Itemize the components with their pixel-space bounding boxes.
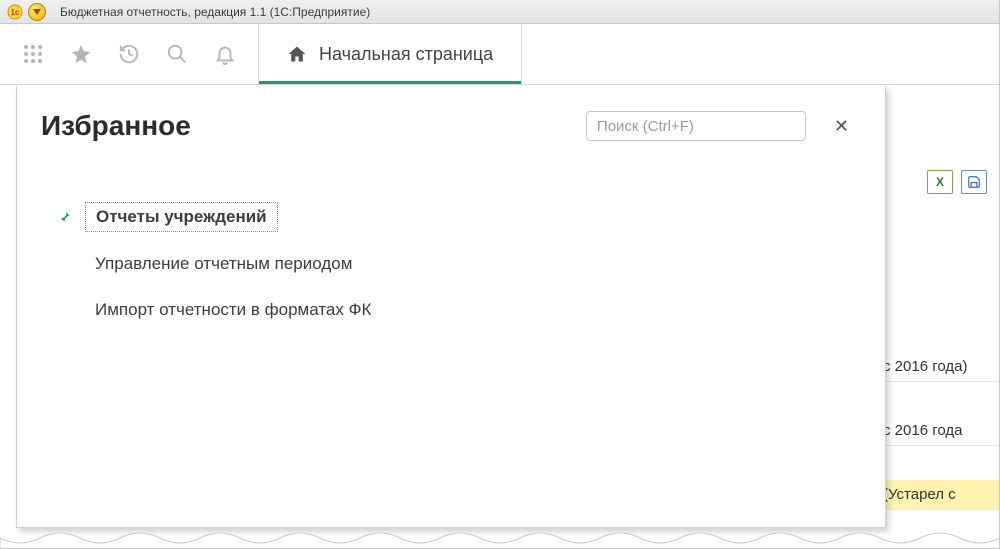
- window-title: Бюджетная отчетность, редакция 1.1 (1С:П…: [60, 5, 370, 19]
- home-icon: [287, 44, 307, 64]
- pin-icon: [57, 210, 73, 224]
- close-icon[interactable]: ✕: [828, 112, 855, 141]
- search-input[interactable]: [586, 111, 806, 141]
- panel-search-group: ✕: [586, 111, 855, 141]
- background-content: X с 2016 года) с 2016 года (Устарел с: [879, 170, 999, 510]
- save-icon[interactable]: [961, 170, 987, 194]
- background-row-1: с 2016 года): [879, 352, 999, 382]
- apps-grid-icon[interactable]: [22, 43, 44, 65]
- background-icon-row: X: [879, 170, 999, 194]
- torn-edge-decoration: [0, 532, 1000, 549]
- title-bar: 1c Бюджетная отчетность, редакция 1.1 (1…: [0, 0, 999, 24]
- favorites-item-label: Импорт отчетности в форматах ФК: [85, 296, 381, 324]
- tab-active-underline: [259, 81, 521, 84]
- panel-title: Избранное: [41, 110, 191, 142]
- search-icon[interactable]: [166, 43, 188, 65]
- panel-header: Избранное ✕: [41, 110, 855, 142]
- favorites-item-period[interactable]: Управление отчетным периодом: [57, 250, 855, 278]
- app-dropdown-button[interactable]: [28, 3, 46, 21]
- tab-home[interactable]: Начальная страница: [258, 24, 522, 84]
- favorites-item-import[interactable]: Импорт отчетности в форматах ФК: [57, 296, 855, 324]
- bell-icon[interactable]: [214, 43, 236, 65]
- tab-home-label: Начальная страница: [319, 44, 493, 65]
- toolbar-left-group: [0, 24, 258, 84]
- favorites-item-label: Отчеты учреждений: [85, 202, 278, 232]
- background-row-2: с 2016 года: [879, 416, 999, 446]
- history-icon[interactable]: [118, 43, 140, 65]
- app-logo-icon: 1c: [6, 4, 24, 20]
- main-toolbar: Начальная страница: [0, 24, 999, 85]
- svg-text:1c: 1c: [11, 8, 20, 17]
- favorites-panel: Избранное ✕ Отчеты учреждений Управление…: [16, 86, 886, 528]
- background-row-3: (Устарел с: [879, 480, 999, 510]
- excel-icon[interactable]: X: [927, 170, 953, 194]
- favorites-list: Отчеты учреждений Управление отчетным пе…: [57, 202, 855, 324]
- favorites-item-reports[interactable]: Отчеты учреждений: [57, 202, 855, 232]
- favorites-item-label: Управление отчетным периодом: [85, 250, 362, 278]
- app-window: 1c Бюджетная отчетность, редакция 1.1 (1…: [0, 0, 1000, 549]
- star-icon[interactable]: [70, 43, 92, 65]
